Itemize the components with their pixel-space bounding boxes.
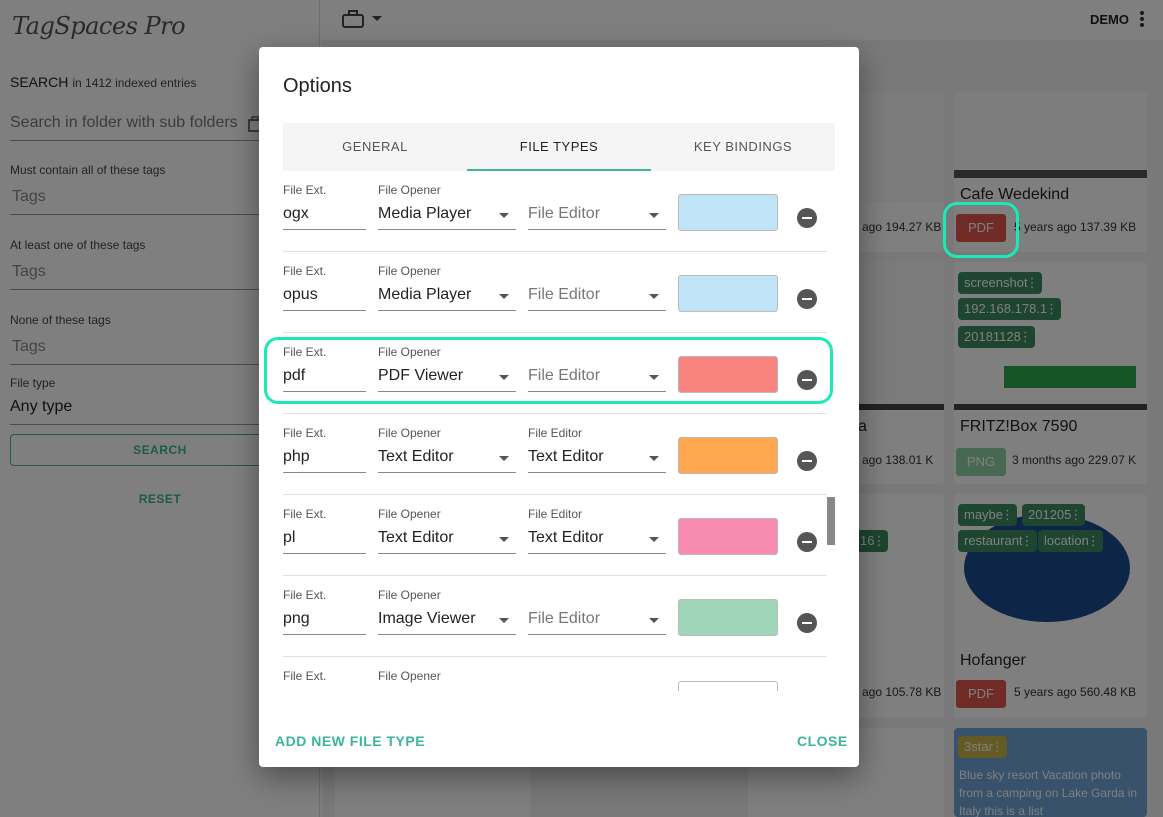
remove-circle-icon[interactable]	[797, 532, 817, 552]
opener-label: File Opener	[378, 507, 441, 521]
options-tabs: GENERAL FILE TYPES KEY BINDINGS	[283, 123, 835, 171]
chevron-down-icon[interactable]	[649, 537, 659, 542]
ext-label: File Ext.	[283, 669, 327, 683]
remove-circle-icon[interactable]	[797, 208, 817, 228]
opener-label: File Opener	[378, 669, 441, 683]
tab-key-bindings[interactable]: KEY BINDINGS	[651, 123, 835, 171]
file-type-row: File Ext. File Opener	[283, 657, 827, 691]
ext-input[interactable]: opus	[283, 286, 318, 304]
ext-label: File Ext.	[283, 264, 327, 278]
opener-label: File Opener	[378, 264, 441, 278]
file-type-row: File Ext. pl File Opener Text Editor Fil…	[283, 495, 827, 576]
chevron-down-icon[interactable]	[649, 618, 659, 623]
ext-label: File Ext.	[283, 507, 327, 521]
ext-input[interactable]: php	[283, 448, 310, 466]
color-swatch[interactable]	[678, 194, 778, 231]
color-swatch[interactable]	[678, 681, 778, 691]
file-type-row: File Ext. php File Opener Text Editor Fi…	[283, 414, 827, 495]
chevron-down-icon[interactable]	[649, 456, 659, 461]
file-type-row: File Ext. opus File Opener Media Player …	[283, 252, 827, 333]
dialog-title: Options	[283, 75, 352, 97]
remove-circle-icon[interactable]	[797, 613, 817, 633]
close-button[interactable]: CLOSE	[797, 733, 848, 749]
opener-label: File Opener	[378, 588, 441, 602]
remove-circle-icon[interactable]	[797, 289, 817, 309]
editor-select[interactable]: Text Editor	[528, 448, 604, 466]
ext-label: File Ext.	[283, 588, 327, 602]
chevron-down-icon[interactable]	[499, 537, 509, 542]
file-type-row: File Ext. ogx File Opener Media Player F…	[283, 171, 827, 252]
ext-underline	[283, 553, 366, 554]
tab-file-types[interactable]: FILE TYPES	[467, 123, 651, 171]
opener-underline	[378, 472, 516, 473]
ext-underline	[283, 472, 366, 473]
opener-underline	[378, 553, 516, 554]
editor-select[interactable]: File Editor	[528, 286, 600, 304]
remove-circle-icon[interactable]	[797, 451, 817, 471]
ext-underline	[283, 229, 366, 230]
ext-underline	[283, 634, 366, 635]
scrollbar-track[interactable]	[827, 171, 835, 691]
tab-general[interactable]: GENERAL	[283, 123, 467, 171]
ext-label: File Ext.	[283, 183, 327, 197]
ext-input[interactable]: ogx	[283, 205, 309, 223]
opener-select[interactable]: Image Viewer	[378, 610, 476, 628]
color-swatch[interactable]	[678, 599, 778, 636]
file-type-row: File Ext. png File Opener Image Viewer F…	[283, 576, 827, 657]
editor-underline	[528, 634, 666, 635]
opener-underline	[378, 634, 516, 635]
ext-label: File Ext.	[283, 426, 327, 440]
file-types-list: File Ext. ogx File Opener Media Player F…	[283, 171, 827, 691]
chevron-down-icon[interactable]	[649, 213, 659, 218]
chevron-down-icon[interactable]	[499, 213, 509, 218]
color-swatch[interactable]	[678, 275, 778, 312]
opener-underline	[378, 229, 516, 230]
app-root: TagSpaces Pro SEARCHin 1412 indexed entr…	[0, 0, 1163, 817]
editor-underline	[528, 472, 666, 473]
opener-underline	[378, 310, 516, 311]
editor-select[interactable]: Text Editor	[528, 529, 604, 547]
opener-select[interactable]: Text Editor	[378, 529, 454, 547]
editor-underline	[528, 229, 666, 230]
chevron-down-icon[interactable]	[499, 294, 509, 299]
chevron-down-icon[interactable]	[649, 294, 659, 299]
color-swatch[interactable]	[678, 518, 778, 555]
scrollbar-thumb[interactable]	[827, 497, 835, 545]
add-file-type-button[interactable]: ADD NEW FILE TYPE	[275, 733, 425, 749]
editor-underline	[528, 310, 666, 311]
chevron-down-icon[interactable]	[499, 618, 509, 623]
ext-input[interactable]: png	[283, 610, 310, 628]
editor-select[interactable]: File Editor	[528, 205, 600, 223]
editor-select[interactable]: File Editor	[528, 610, 600, 628]
ext-underline	[283, 310, 366, 311]
chevron-down-icon[interactable]	[499, 456, 509, 461]
opener-select[interactable]: Media Player	[378, 205, 471, 223]
editor-label: File Editor	[528, 507, 583, 521]
opener-select[interactable]: Media Player	[378, 286, 471, 304]
editor-underline	[528, 553, 666, 554]
highlight-pdf-badge	[943, 202, 1019, 258]
opener-label: File Opener	[378, 426, 441, 440]
opener-select[interactable]: Text Editor	[378, 448, 454, 466]
editor-label: File Editor	[528, 426, 583, 440]
highlight-pdf-row	[264, 337, 833, 404]
options-dialog: Options GENERAL FILE TYPES KEY BINDINGS …	[259, 47, 859, 767]
ext-input[interactable]: pl	[283, 529, 295, 547]
color-swatch[interactable]	[678, 437, 778, 474]
opener-label: File Opener	[378, 183, 441, 197]
